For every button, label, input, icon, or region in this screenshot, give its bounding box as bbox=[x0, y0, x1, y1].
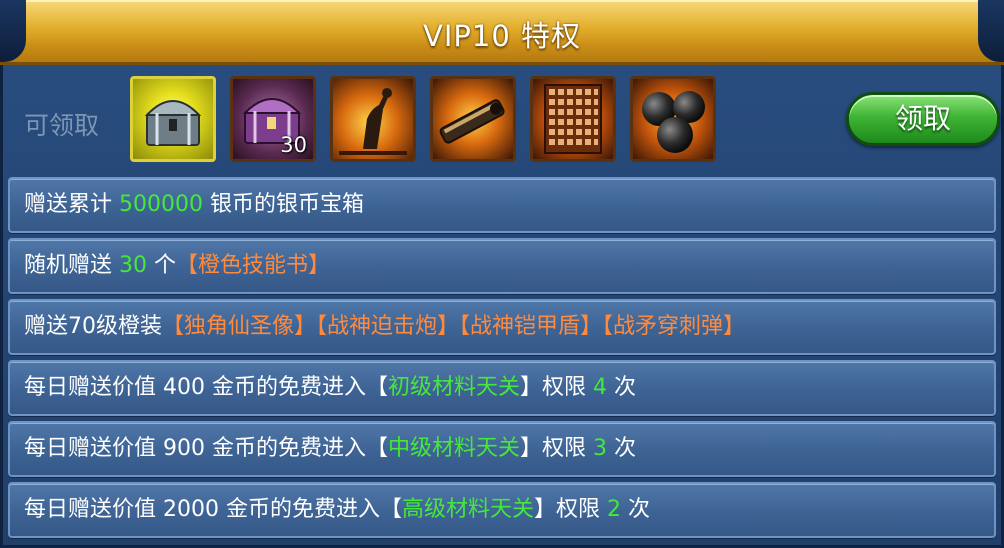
perk-item-name: 【战神铠甲盾】 bbox=[459, 314, 603, 339]
perk-bracket: 】 bbox=[534, 497, 557, 522]
perk-text: 每日赠送价值 400 金币的免费进入 bbox=[24, 375, 366, 400]
perk-row-skill-book: 随机赠送 30 个【橙色技能书】 bbox=[8, 238, 996, 294]
perk-bracket: 】 bbox=[520, 436, 543, 461]
perk-times: 2 bbox=[607, 497, 622, 522]
reward-item-cannonballs[interactable] bbox=[630, 76, 716, 162]
perk-bracket: 【 bbox=[365, 436, 388, 461]
reward-item-armor-shield[interactable] bbox=[530, 76, 616, 162]
perk-text: 次 bbox=[607, 436, 637, 461]
reward-item-cannon[interactable] bbox=[430, 76, 516, 162]
perk-amount: 500000 bbox=[119, 192, 203, 217]
perk-stage-name: 高级材料天关 bbox=[402, 497, 535, 522]
title-bar: VIP10 特权 bbox=[0, 0, 1004, 65]
perk-item-name: 【独角仙圣像】 bbox=[162, 314, 317, 339]
perk-text: 权限 bbox=[542, 375, 594, 400]
perk-text: 权限 bbox=[556, 497, 608, 522]
perk-text: 随机赠送 bbox=[24, 253, 119, 278]
perk-row-orange-gear: 赠送70级橙装【独角仙圣像】【战神迫击炮】【战神铠甲盾】【战矛穿刺弹】 bbox=[8, 299, 996, 355]
perk-times: 3 bbox=[593, 436, 608, 461]
perk-text: 次 bbox=[621, 497, 651, 522]
perk-text: 每日赠送价值 900 金币的免费进入 bbox=[24, 436, 366, 461]
reward-item-statue[interactable] bbox=[330, 76, 416, 162]
page-title: VIP10 特权 bbox=[423, 19, 581, 53]
perk-text: 赠送累计 bbox=[24, 192, 119, 217]
perk-item-name: 【橙色技能书】 bbox=[176, 253, 331, 278]
perk-text: 银币的银币宝箱 bbox=[202, 192, 364, 217]
perk-text: 个 bbox=[147, 253, 176, 278]
reward-item-silver-chest[interactable] bbox=[130, 76, 216, 162]
item-count: 30 bbox=[280, 133, 307, 157]
perk-text: 次 bbox=[607, 375, 637, 400]
perk-amount: 30 bbox=[119, 253, 147, 278]
perk-text: 每日赠送价值 2000 金币的免费进入 bbox=[24, 497, 380, 522]
perk-text: 权限 bbox=[542, 436, 594, 461]
claim-row: 可领取 30 领取 bbox=[0, 66, 1004, 178]
perk-row-advanced-stage: 每日赠送价值 2000 金币的免费进入【高级材料天关】权限 2 次 bbox=[8, 482, 996, 538]
perk-bracket: 【 bbox=[379, 497, 402, 522]
perk-row-silver-chest: 赠送累计 500000 银币的银币宝箱 bbox=[8, 177, 996, 233]
perk-item-name: 【战神迫击炮】 bbox=[316, 314, 460, 339]
perk-stage-name: 初级材料天关 bbox=[388, 375, 521, 400]
reward-item-purple-chest[interactable]: 30 bbox=[230, 76, 316, 162]
perk-row-mid-stage: 每日赠送价值 900 金币的免费进入【中级材料天关】权限 3 次 bbox=[8, 421, 996, 477]
perk-bracket: 】 bbox=[520, 375, 543, 400]
claim-button[interactable]: 领取 bbox=[846, 92, 1000, 146]
claim-label: 可领取 bbox=[24, 111, 100, 140]
perk-row-basic-stage: 每日赠送价值 400 金币的免费进入【初级材料天关】权限 4 次 bbox=[8, 360, 996, 416]
perk-item-name: 【战矛穿刺弹】 bbox=[602, 314, 746, 339]
perk-bracket: 【 bbox=[365, 375, 388, 400]
perk-stage-name: 中级材料天关 bbox=[388, 436, 521, 461]
perk-times: 4 bbox=[593, 375, 608, 400]
perk-text: 赠送70级橙装 bbox=[24, 314, 162, 339]
vip-panel: VIP10 特权 可领取 30 领取 赠送累计 500000 银币的银币宝箱 随… bbox=[0, 0, 1004, 548]
